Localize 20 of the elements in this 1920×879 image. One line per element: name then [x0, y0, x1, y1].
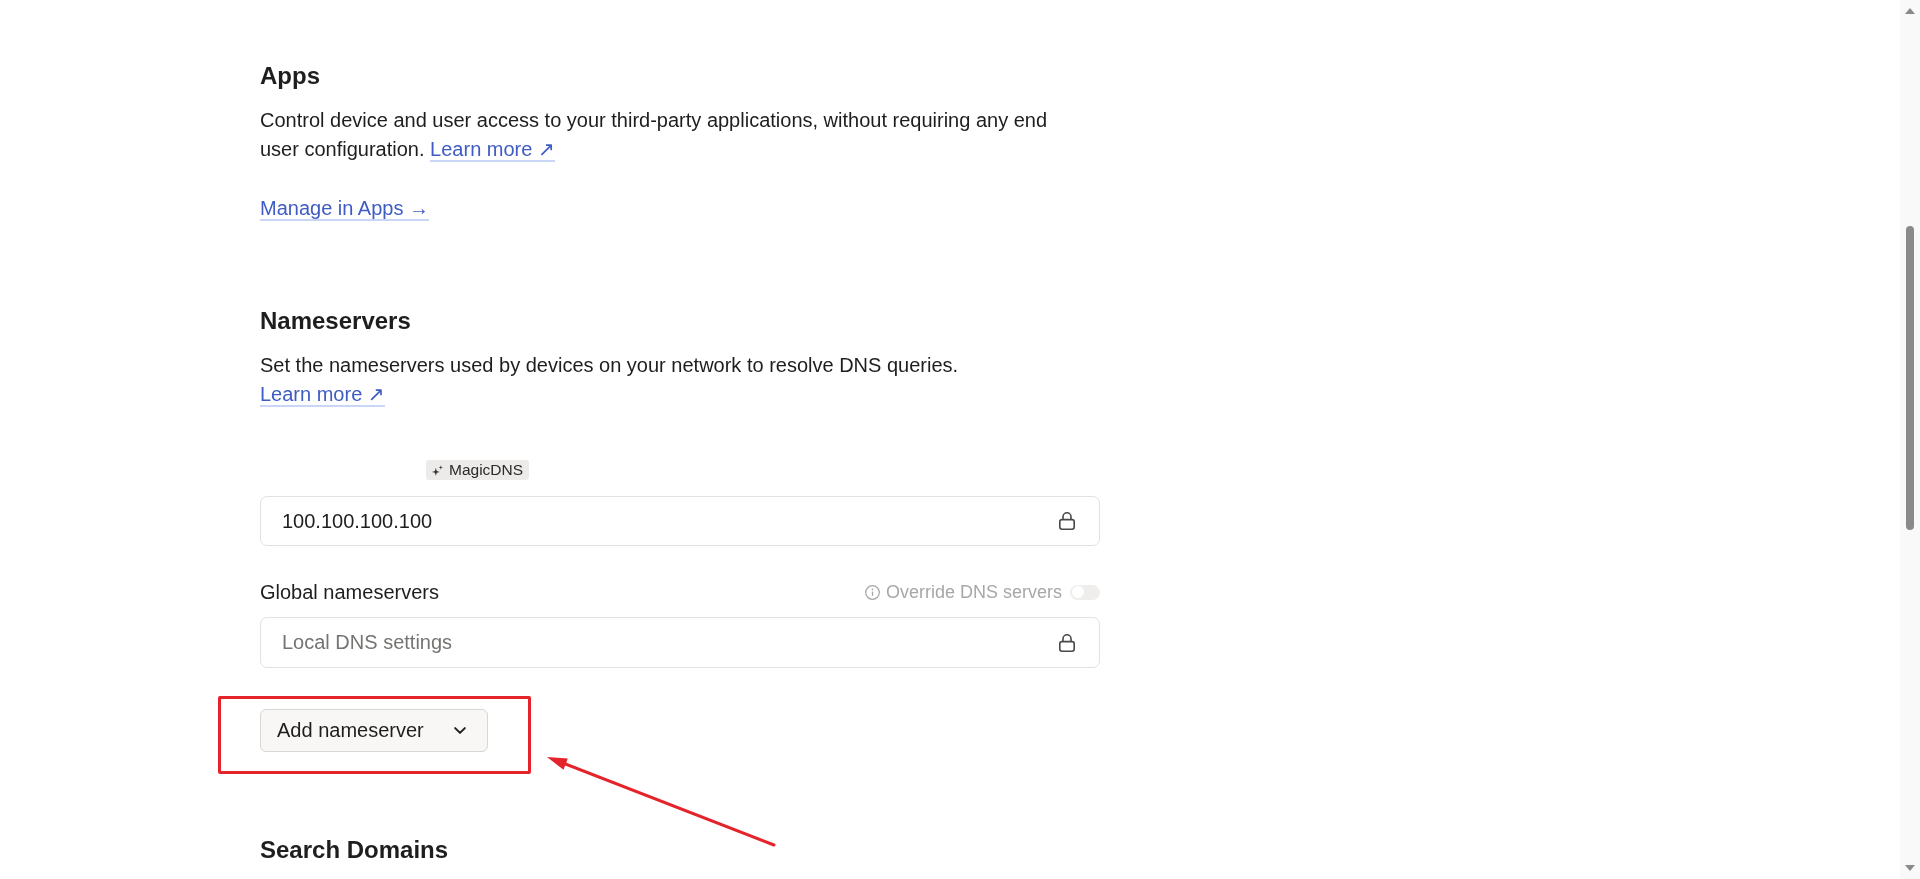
- scroll-up-arrow-icon[interactable]: [1905, 8, 1915, 14]
- caret-icon: [453, 727, 466, 734]
- scroll-down-arrow-icon[interactable]: [1905, 865, 1915, 871]
- learn-more-link[interactable]: Learn more ↗: [430, 138, 555, 162]
- add-nameserver-button[interactable]: Add nameserver: [260, 709, 488, 752]
- magicdns-address-field[interactable]: 100.100.100.100: [260, 496, 1100, 546]
- badge-label: MagicDNS: [449, 460, 524, 480]
- info-icon: [864, 584, 880, 600]
- learn-more-link[interactable]: Learn more ↗: [260, 383, 385, 407]
- global-nameservers-label: Global nameservers: [260, 580, 439, 604]
- override-dns-label: Override DNS servers: [885, 581, 1062, 603]
- section-heading: Apps: [260, 61, 321, 91]
- manage-in-apps-link[interactable]: Manage in Apps →: [260, 197, 429, 221]
- apps-description: Control device and user access to your third-party applications, without requiring any end user configuration. Learn more ↗: [260, 108, 1049, 164]
- nameservers-description: Set the nameservers used by devices on your network to resolve DNS queries.: [260, 353, 960, 378]
- sparkle-icon: [432, 464, 443, 476]
- section-heading: Nameservers: [260, 306, 412, 336]
- scrollbar-thumb[interactable]: [1906, 226, 1914, 530]
- section-heading: Search Domains: [260, 835, 450, 865]
- global-nameserver-field[interactable]: Local DNS settings: [260, 617, 1100, 668]
